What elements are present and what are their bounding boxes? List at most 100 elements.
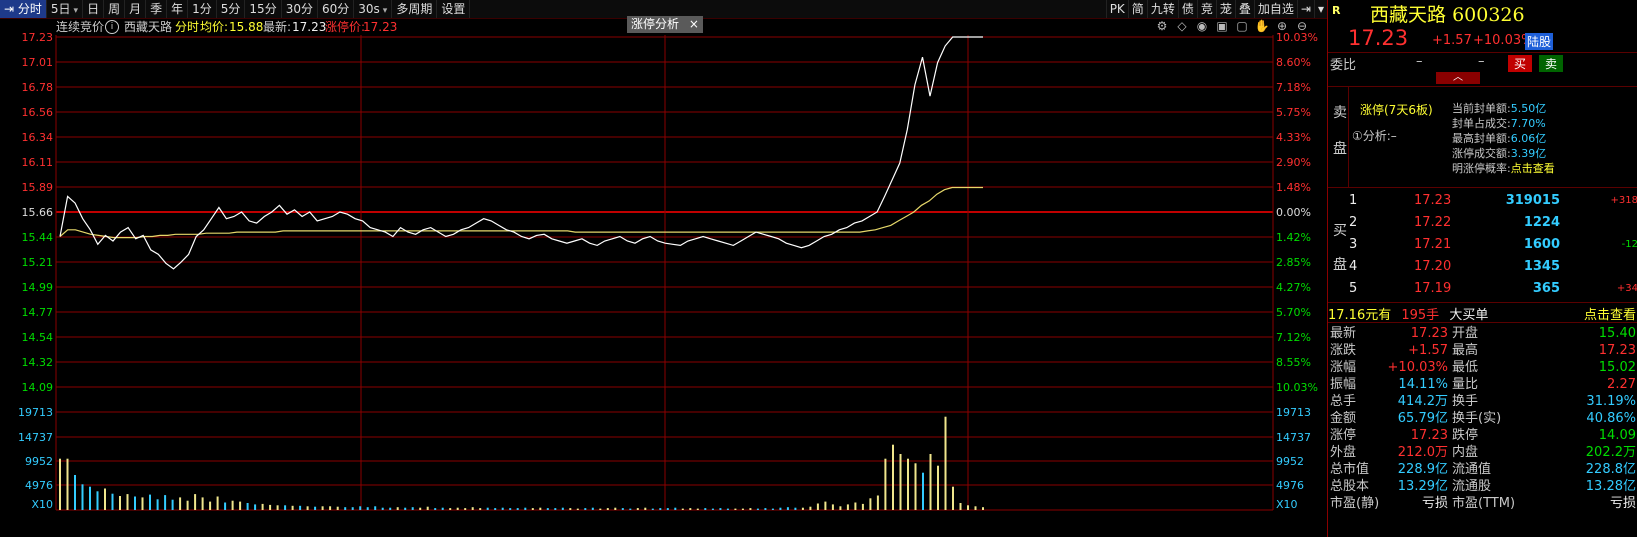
volume-tick-label: 14737 [18, 431, 53, 444]
volume-bar [134, 496, 136, 510]
bid-level: 5 [1349, 281, 1358, 296]
bid-volume: 1224 [1523, 215, 1560, 230]
volume-bar [171, 499, 174, 510]
stat-v1: 65.79亿 [1397, 411, 1448, 426]
volume-bar [839, 506, 842, 510]
limit-stat-value: 6.06亿 [1510, 132, 1547, 145]
stock-code: 600326 [1452, 4, 1525, 26]
bid-volume: 365 [1532, 281, 1560, 296]
volume-bar [66, 458, 69, 510]
analysis-label[interactable]: ①分析:– [1352, 127, 1397, 144]
pct-tick-label: 5.70% [1276, 306, 1311, 319]
stat-v1: 414.2万 [1397, 394, 1448, 409]
pct-tick-label: 2.90% [1276, 156, 1311, 169]
volume-bar [899, 454, 902, 510]
volume-bar [449, 508, 452, 510]
volume-bar [524, 507, 527, 510]
price-tick-label: 16.56 [22, 106, 54, 119]
bid-level: 1 [1349, 193, 1358, 208]
volume-bar [846, 504, 849, 510]
volume-bar [119, 496, 121, 510]
bid-level: 3 [1349, 237, 1358, 252]
market-badge[interactable]: 陆股 [1525, 33, 1554, 50]
sell-side-label-2: 盘 [1333, 141, 1347, 157]
volume-bar [464, 508, 467, 510]
big-order-vol: 195手 [1401, 308, 1440, 323]
volume-multiplier-label: X10 [1276, 498, 1298, 511]
volume-bar [141, 497, 144, 510]
big-order-row[interactable]: 17.16元有 195手 大买单 点击查看 [1328, 304, 1637, 323]
volume-bar [914, 463, 917, 510]
volume-bar [441, 507, 444, 510]
volume-bar [674, 507, 677, 510]
limit-stat-value: 7.70% [1510, 117, 1546, 130]
collapse-icon[interactable]: ︿ [1436, 72, 1480, 84]
buy-button[interactable]: 买 [1508, 55, 1533, 72]
volume-tick-label: 14737 [1276, 431, 1311, 444]
stat-l2: 最高 [1452, 343, 1479, 358]
stat-l2: 开盘 [1452, 326, 1479, 341]
stat-v2: 202.2万 [1585, 445, 1636, 460]
bid-row[interactable]: 4 17.20 1345 [1328, 256, 1637, 278]
bid-price: 17.19 [1414, 281, 1452, 296]
volume-bar [501, 507, 504, 510]
volume-bar [269, 504, 272, 510]
bid-row[interactable]: 2 17.22 1224 [1328, 212, 1637, 234]
price-tick-label: 15.44 [22, 231, 54, 244]
big-order-link[interactable]: 点击查看 [1584, 304, 1636, 323]
stat-l2: 流通值 [1452, 462, 1492, 477]
bid-row[interactable]: 1 17.23 319015 +318 [1328, 190, 1637, 212]
intraday-chart[interactable]: 17.23 17.01 16.78 16.56 16.34 16.11 15.89 15.66… [0, 0, 1327, 537]
volume-bar [434, 508, 437, 510]
volume-bar [456, 507, 459, 510]
stat-l1: 外盘 [1330, 445, 1357, 460]
stat-l2: 换手 [1452, 394, 1479, 409]
stats-row: 最新 17.23 开盘 15.40 [1328, 325, 1637, 342]
bid-delta: -12 [1621, 239, 1637, 250]
volume-bar [516, 508, 519, 510]
pct-tick-label: 2.85% [1276, 256, 1311, 269]
limit-stat-value: 点击查看 [1510, 162, 1555, 175]
volume-bar [869, 498, 872, 510]
bid-delta: +34 [1616, 283, 1637, 294]
stat-l1: 振幅 [1330, 377, 1357, 392]
bid-row[interactable]: 3 17.21 1600 -12 [1328, 234, 1637, 256]
bid-level: 4 [1349, 259, 1358, 274]
volume-bar [734, 508, 737, 510]
stat-l1: 市盈(静) [1330, 496, 1380, 511]
bid-volume: 1345 [1523, 259, 1560, 274]
pct-tick-label: 0.00% [1276, 206, 1311, 219]
stat-l2: 量比 [1452, 377, 1479, 392]
volume-bar [306, 506, 309, 510]
limit-stat-row[interactable]: 明涨停概率:点击查看 [1452, 160, 1555, 176]
volume-bar [276, 505, 279, 510]
volume-bar [982, 507, 984, 510]
volume-bar [944, 416, 947, 510]
volume-bar [359, 506, 362, 510]
volume-multiplier-label: X10 [31, 498, 53, 511]
bid-row[interactable]: 5 17.19 365 +34 [1328, 278, 1637, 300]
volume-bar [801, 507, 804, 510]
stat-v2: 17.23 [1598, 343, 1636, 358]
bid-price: 17.22 [1414, 215, 1452, 230]
volume-bar [239, 501, 242, 510]
sell-button[interactable]: 卖 [1539, 55, 1564, 72]
stat-v2: 228.8亿 [1585, 462, 1636, 477]
volume-bar [186, 500, 189, 510]
bid-price: 17.20 [1414, 259, 1452, 274]
limit-stat-row: 封单占成交:7.70% [1452, 115, 1546, 131]
weibi-diff: – [1478, 54, 1485, 69]
volume-tick-label: 19713 [18, 406, 53, 419]
limit-stat-label: 明涨停概率: [1452, 162, 1511, 175]
pct-tick-label: 5.75% [1276, 106, 1311, 119]
pct-tick-label: 4.33% [1276, 131, 1311, 144]
volume-bar [194, 494, 197, 510]
volume-bar [666, 508, 669, 510]
volume-bar [261, 503, 264, 510]
stat-l2: 最低 [1452, 360, 1479, 375]
volume-bar [922, 472, 924, 510]
volume-bar [389, 507, 392, 510]
price-line [59, 36, 983, 270]
volume-tick-label: 4976 [25, 479, 53, 492]
volume-bar [726, 508, 729, 510]
